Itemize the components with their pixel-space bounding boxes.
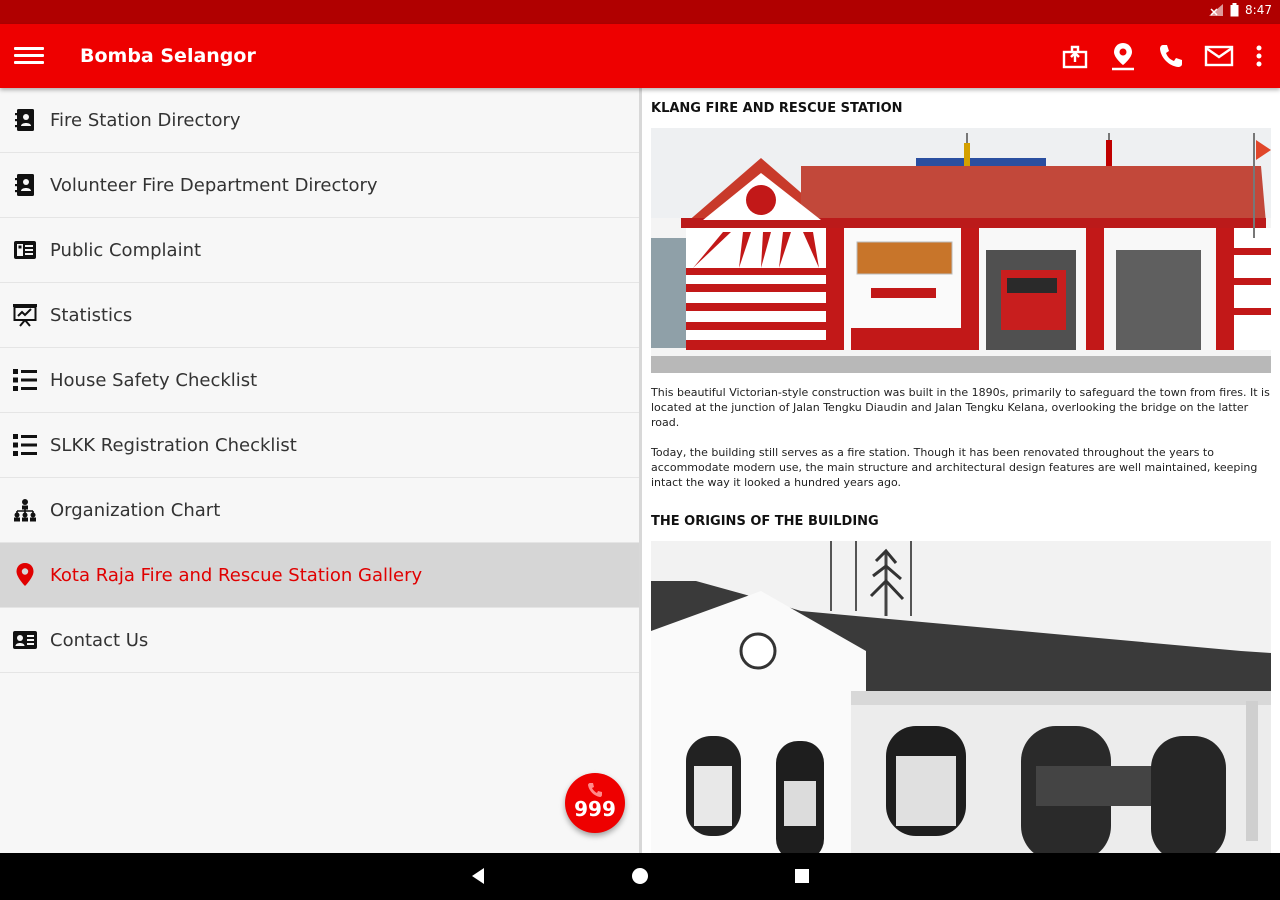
emergency-999-label: 999 [574, 797, 616, 821]
nav-item-fire-station-directory[interactable]: Fire Station Directory [0, 88, 639, 153]
nav-item-slkk-registration-checklist[interactable]: SLKK Registration Checklist [0, 413, 639, 478]
nav-item-kota-raja-gallery[interactable]: Kota Raja Fire and Rescue Station Galler… [0, 543, 639, 608]
nav-item-house-safety-checklist[interactable]: House Safety Checklist [0, 348, 639, 413]
complaint-form-icon [12, 237, 38, 263]
content-pane[interactable]: KLANG FIRE AND RESCUE STATION This beaut… [642, 88, 1280, 853]
nav-item-label: SLKK Registration Checklist [50, 434, 297, 456]
mail-icon[interactable] [1204, 40, 1234, 72]
presentation-chart-icon [12, 302, 38, 328]
nav-item-label: Volunteer Fire Department Directory [50, 174, 378, 196]
location-pin-icon[interactable] [1108, 40, 1138, 72]
description-paragraph-2: Today, the building still serves as a fi… [651, 446, 1258, 489]
more-vert-icon[interactable] [1252, 40, 1266, 72]
system-nav-bar [0, 853, 1280, 900]
nav-item-volunteer-fire-department-directory[interactable]: Volunteer Fire Department Directory [0, 153, 639, 218]
emergency-999-button[interactable]: 999 [565, 773, 625, 833]
contact-book-icon [12, 107, 38, 133]
nav-item-contact-us[interactable]: Contact Us [0, 608, 639, 673]
back-icon[interactable] [470, 865, 486, 887]
nav-item-public-complaint[interactable]: Public Complaint [0, 218, 639, 283]
navigation-drawer: Fire Station Directory Volunteer Fire De… [0, 88, 639, 853]
nav-item-label: Fire Station Directory [50, 109, 241, 131]
nav-item-label: Organization Chart [50, 499, 221, 521]
nav-item-label: Public Complaint [50, 239, 202, 261]
status-bar: 8:47 [0, 0, 1280, 24]
checklist-icon [12, 367, 38, 393]
phone-icon[interactable] [1156, 40, 1186, 72]
org-chart-icon [12, 497, 38, 523]
app-title: Bomba Selangor [80, 45, 256, 67]
app-bar-actions [1060, 40, 1266, 72]
home-icon[interactable] [631, 865, 649, 887]
contact-card-icon [12, 627, 38, 653]
section-title-klang-station: KLANG FIRE AND RESCUE STATION [651, 101, 903, 116]
historical-building-photo [651, 541, 1271, 853]
location-pin-icon [12, 562, 38, 588]
status-icons: 8:47 [1208, 3, 1272, 17]
app-bar: Bomba Selangor [0, 24, 1280, 88]
nav-item-statistics[interactable]: Statistics [0, 283, 639, 348]
nav-item-label: Contact Us [50, 629, 149, 651]
signal-icon [1209, 4, 1224, 16]
share-icon[interactable] [1060, 40, 1090, 72]
nav-item-organization-chart[interactable]: Organization Chart [0, 478, 639, 543]
description-paragraph-1: This beautiful Victorian-style construct… [651, 386, 1270, 429]
nav-item-label: House Safety Checklist [50, 369, 258, 391]
checklist-icon [12, 432, 38, 458]
nav-item-label: Kota Raja Fire and Rescue Station Galler… [50, 564, 423, 586]
status-time: 8:47 [1245, 3, 1272, 17]
battery-icon [1230, 3, 1239, 17]
nav-item-label: Statistics [50, 304, 133, 326]
contact-book-icon [12, 172, 38, 198]
recents-icon[interactable] [794, 865, 810, 887]
klang-station-photo [651, 128, 1271, 373]
section-title-origins: THE ORIGINS OF THE BUILDING [651, 514, 879, 529]
menu-icon[interactable] [14, 44, 44, 68]
